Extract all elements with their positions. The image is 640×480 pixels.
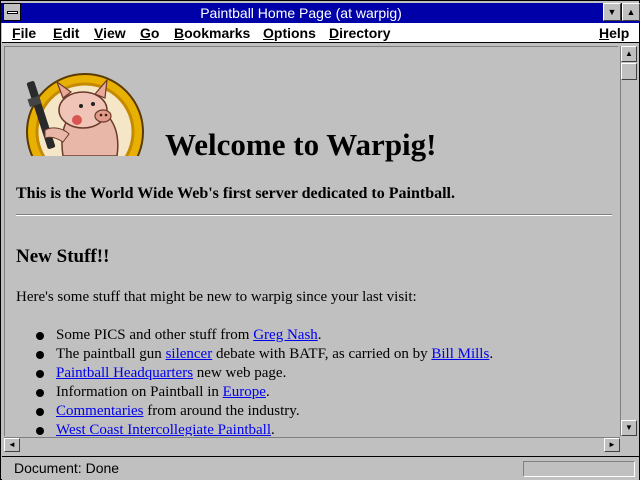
new-stuff-list: Some PICS and other stuff from Greg Nash… xyxy=(36,326,493,436)
bullet-icon xyxy=(36,408,44,416)
link-greg-nash[interactable]: Greg Nash xyxy=(253,327,318,343)
scroll-down-icon[interactable]: ▼ xyxy=(621,420,637,436)
horizontal-scrollbar[interactable]: ◄ ► xyxy=(4,437,620,453)
status-text: Document: Done xyxy=(14,460,120,476)
menu-view[interactable]: View xyxy=(94,24,126,42)
link-west-coast-intercollegiate[interactable]: West Coast Intercollegiate Paintball xyxy=(56,422,271,436)
bullet-icon xyxy=(36,332,44,340)
progress-indicator xyxy=(523,461,635,477)
link-commentaries[interactable]: Commentaries xyxy=(56,403,143,419)
bullet-icon xyxy=(36,351,44,359)
section-title: New Stuff!! xyxy=(16,246,110,267)
menu-file[interactable]: File xyxy=(12,24,36,42)
scroll-left-icon[interactable]: ◄ xyxy=(4,438,20,452)
link-europe[interactable]: Europe xyxy=(223,384,266,400)
list-item: Some PICS and other stuff from Greg Nash… xyxy=(36,326,493,345)
intro-text: Here's some stuff that might be new to w… xyxy=(16,289,417,305)
menu-help[interactable]: Help xyxy=(599,24,629,42)
menu-go[interactable]: Go xyxy=(140,24,159,42)
warpig-logo xyxy=(23,70,149,156)
menu-bookmarks[interactable]: Bookmarks xyxy=(174,24,250,42)
pig-logo-icon xyxy=(26,73,144,156)
horizontal-rule xyxy=(16,214,612,216)
bullet-icon xyxy=(36,389,44,397)
title-bar[interactable]: Paintball Home Page (at warpig) ▼ ▲ xyxy=(1,3,640,23)
list-item: West Coast Intercollegiate Paintball. xyxy=(36,421,493,436)
scroll-up-icon[interactable]: ▲ xyxy=(621,46,637,62)
window-title: Paintball Home Page (at warpig) xyxy=(200,5,402,21)
list-item: The paintball gun silencer debate with B… xyxy=(36,345,493,364)
list-item: Commentaries from around the industry. xyxy=(36,402,493,421)
page-viewport[interactable]: Welcome to Warpig! This is the World Wid… xyxy=(4,46,618,436)
list-item: Paintball Headquarters new web page. xyxy=(36,364,493,383)
browser-window: Paintball Home Page (at warpig) ▼ ▲ File… xyxy=(0,0,640,480)
menu-directory[interactable]: Directory xyxy=(329,24,390,42)
menu-bar: File Edit View Go Bookmarks Options Dire… xyxy=(2,23,639,43)
menu-options[interactable]: Options xyxy=(263,24,316,42)
vertical-scrollbar[interactable]: ▲ ▼ xyxy=(620,46,637,436)
scroll-right-icon[interactable]: ► xyxy=(604,438,620,452)
list-item: Information on Paintball in Europe. xyxy=(36,383,493,402)
page-tagline: This is the World Wide Web's first serve… xyxy=(16,185,455,202)
menu-edit[interactable]: Edit xyxy=(53,24,79,42)
link-bill-mills[interactable]: Bill Mills xyxy=(431,346,489,362)
bullet-icon xyxy=(36,370,44,378)
scroll-thumb[interactable] xyxy=(621,63,637,80)
link-silencer[interactable]: silencer xyxy=(166,346,213,362)
bullet-icon xyxy=(36,427,44,435)
page-title: Welcome to Warpig! xyxy=(165,127,437,162)
link-paintball-headquarters[interactable]: Paintball Headquarters xyxy=(56,365,193,381)
maximize-icon[interactable]: ▲ xyxy=(622,3,640,21)
status-bar: Document: Done xyxy=(2,456,639,480)
minimize-icon[interactable]: ▼ xyxy=(603,3,621,21)
